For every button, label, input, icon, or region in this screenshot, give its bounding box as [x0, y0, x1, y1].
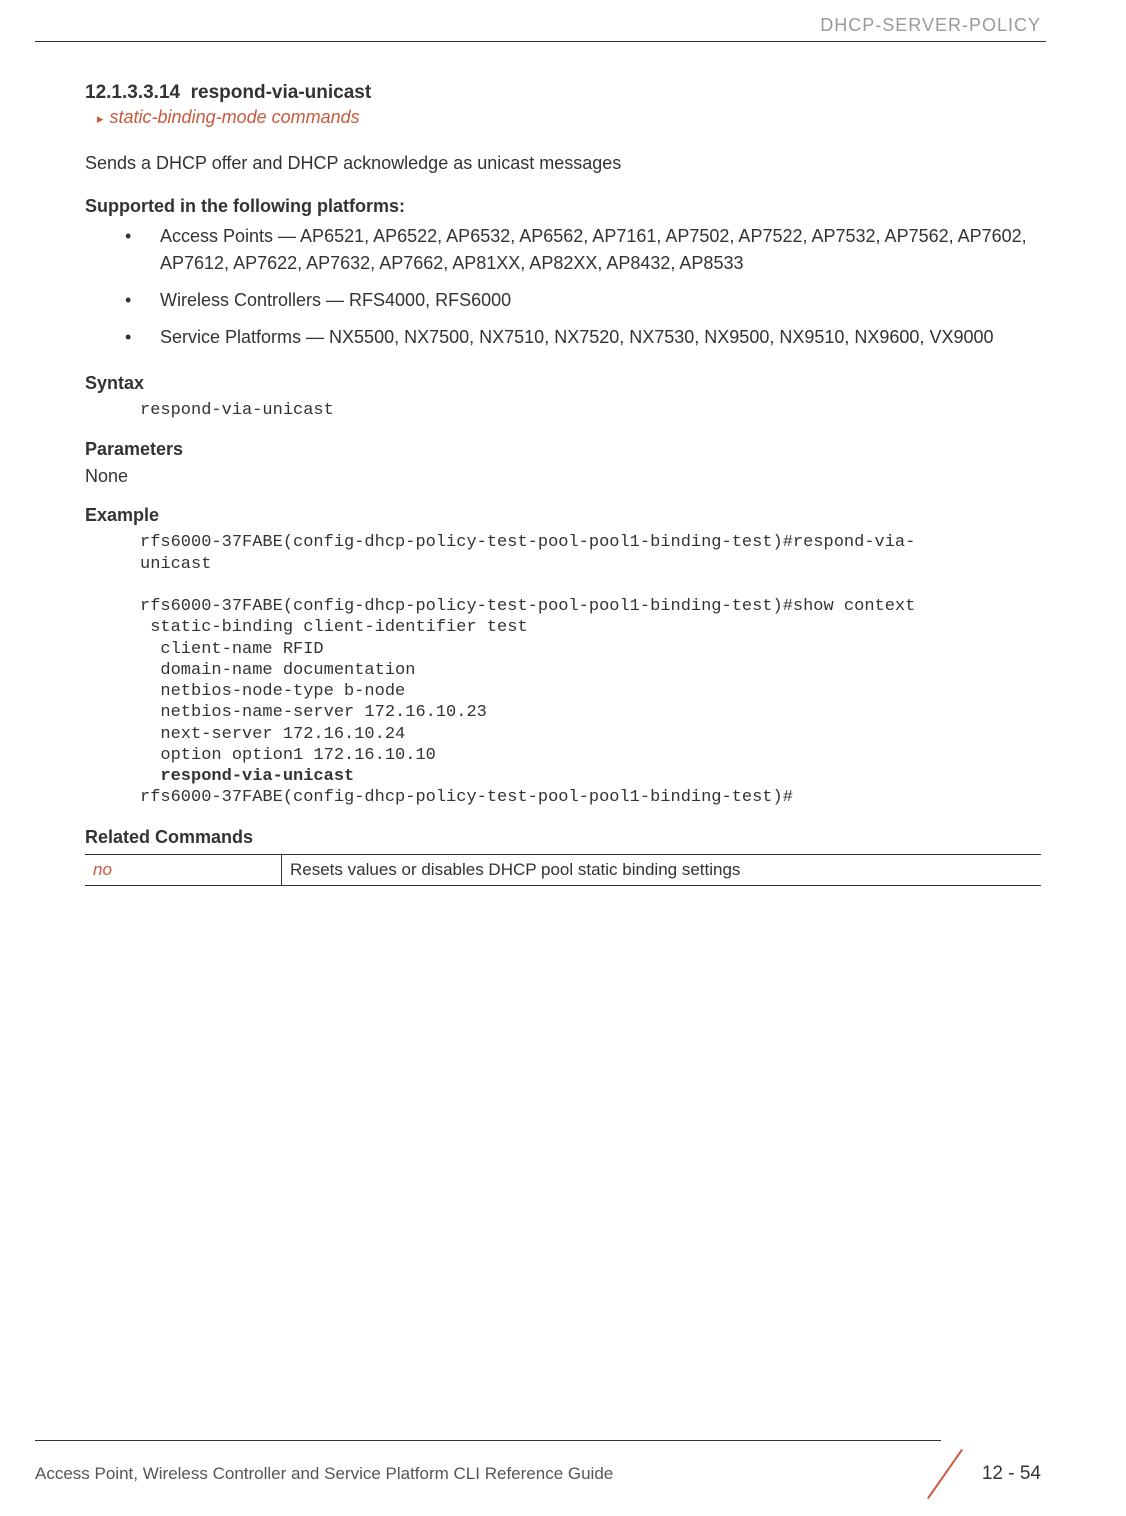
code-line-highlight: respond-via-unicast: [140, 767, 354, 786]
example-heading: Example: [85, 505, 1041, 526]
code-line: rfs6000-37FABE(config-dhcp-policy-test-p…: [140, 533, 915, 552]
page-number: 12 - 54: [982, 1463, 1041, 1485]
code-line: rfs6000-37FABE(config-dhcp-policy-test-p…: [140, 597, 915, 616]
code-line: client-name RFID: [140, 640, 324, 659]
supported-platforms-heading: Supported in the following platforms:: [85, 196, 1041, 217]
section-description: Sends a DHCP offer and DHCP acknowledge …: [85, 153, 1041, 174]
related-command-name[interactable]: no: [85, 854, 282, 885]
code-line: netbios-name-server 172.16.10.23: [140, 703, 487, 722]
parameters-heading: Parameters: [85, 439, 1041, 460]
parameters-value: None: [85, 466, 1041, 487]
related-commands-table: no Resets values or disables DHCP pool s…: [85, 854, 1041, 886]
list-item: Service Platforms — NX5500, NX7500, NX75…: [125, 324, 1041, 351]
code-line: netbios-node-type b-node: [140, 682, 405, 701]
running-header: DHCP-SERVER-POLICY: [0, 0, 1126, 41]
code-line: unicast: [140, 555, 211, 574]
list-item: Access Points — AP6521, AP6522, AP6532, …: [125, 223, 1041, 277]
section-title: respond-via-unicast: [191, 82, 372, 103]
code-line: option option1 172.16.10.10: [140, 746, 436, 765]
running-title: DHCP-SERVER-POLICY: [820, 15, 1041, 35]
footer-rule: [35, 1440, 941, 1441]
table-row: no Resets values or disables DHCP pool s…: [85, 854, 1041, 885]
example-code: rfs6000-37FABE(config-dhcp-policy-test-p…: [140, 532, 1041, 808]
supported-platforms-list: Access Points — AP6521, AP6522, AP6532, …: [125, 223, 1041, 351]
code-line: next-server 172.16.10.24: [140, 725, 405, 744]
related-command-desc: Resets values or disables DHCP pool stat…: [282, 854, 1042, 885]
section-number: 12.1.3.3.14: [85, 82, 180, 103]
syntax-code: respond-via-unicast: [140, 400, 1041, 421]
code-line: rfs6000-37FABE(config-dhcp-policy-test-p…: [140, 788, 793, 807]
code-line: domain-name documentation: [140, 661, 415, 680]
code-line: static-binding client-identifier test: [140, 618, 528, 637]
related-commands-heading: Related Commands: [85, 827, 1041, 848]
footer-guide-title: Access Point, Wireless Controller and Se…: [35, 1464, 922, 1484]
section-heading: 12.1.3.3.14 respond-via-unicast: [85, 82, 1041, 104]
breadcrumb-link[interactable]: static-binding-mode commands: [97, 107, 1041, 128]
page-footer: Access Point, Wireless Controller and Se…: [0, 1440, 1126, 1496]
footer-slash-icon: [922, 1451, 967, 1496]
list-item: Wireless Controllers — RFS4000, RFS6000: [125, 287, 1041, 314]
syntax-heading: Syntax: [85, 373, 1041, 394]
